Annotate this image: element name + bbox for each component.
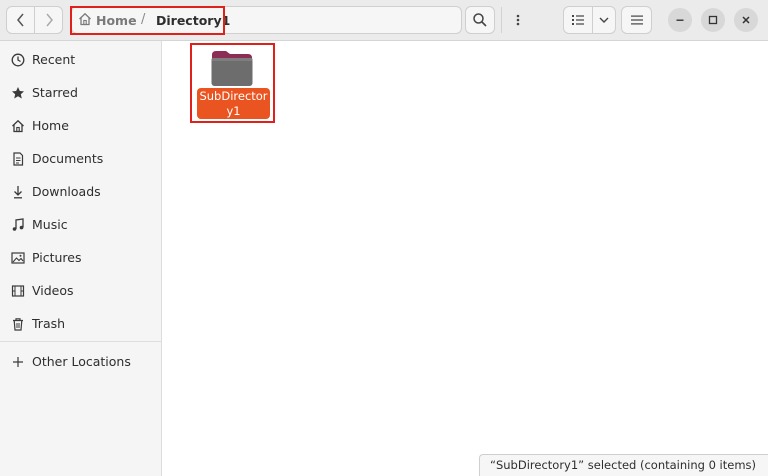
close-icon bbox=[742, 16, 750, 24]
path-menu-button[interactable] bbox=[501, 7, 533, 33]
sidebar-item-pictures[interactable]: Pictures bbox=[0, 241, 161, 274]
minimize-icon bbox=[676, 19, 684, 21]
breadcrumb-separator: / bbox=[141, 12, 146, 27]
download-icon bbox=[10, 184, 26, 200]
home-icon bbox=[78, 12, 92, 29]
path-bar: Home / Directory1 bbox=[71, 6, 519, 34]
search-icon bbox=[473, 13, 487, 27]
header-bar: Home / Directory1 bbox=[0, 0, 768, 41]
search-button[interactable] bbox=[465, 6, 495, 34]
breadcrumb-home-label: Home bbox=[96, 12, 137, 28]
sidebar: Recent Starred Home Documents Downloads … bbox=[0, 41, 162, 476]
main-menu-button[interactable] bbox=[621, 6, 652, 34]
sidebar-item-downloads[interactable]: Downloads bbox=[0, 175, 161, 208]
home-icon bbox=[10, 118, 26, 134]
document-icon bbox=[10, 151, 26, 167]
sidebar-item-label: Recent bbox=[32, 52, 76, 67]
music-icon bbox=[10, 217, 26, 233]
maximize-icon bbox=[708, 15, 718, 25]
view-list-button[interactable] bbox=[563, 6, 593, 34]
hamburger-menu-icon bbox=[630, 15, 643, 25]
status-bar: “SubDirectory1” selected (containing 0 i… bbox=[479, 454, 768, 476]
sidebar-item-label: Starred bbox=[32, 85, 78, 100]
folder-icon bbox=[211, 51, 253, 86]
view-options-dropdown[interactable] bbox=[592, 6, 616, 34]
sidebar-item-label: Home bbox=[32, 118, 69, 133]
forward-button[interactable] bbox=[34, 6, 63, 34]
maximize-button[interactable] bbox=[701, 8, 725, 32]
sidebar-item-label: Videos bbox=[32, 283, 74, 298]
trash-icon bbox=[10, 316, 26, 332]
picture-icon bbox=[10, 250, 26, 266]
folder-name-label: SubDirectory1 bbox=[197, 88, 270, 119]
plus-icon bbox=[10, 354, 26, 370]
chevron-down-icon bbox=[599, 17, 609, 23]
sidebar-item-label: Trash bbox=[32, 316, 66, 331]
back-button[interactable] bbox=[6, 6, 35, 34]
sidebar-item-music[interactable]: Music bbox=[0, 208, 161, 241]
star-icon bbox=[10, 85, 26, 101]
sidebar-item-trash[interactable]: Trash bbox=[0, 307, 161, 340]
sidebar-item-videos[interactable]: Videos bbox=[0, 274, 161, 307]
sidebar-item-starred[interactable]: Starred bbox=[0, 76, 161, 109]
sidebar-divider bbox=[0, 341, 161, 342]
folder-item[interactable]: SubDirectory1 bbox=[190, 43, 275, 123]
sidebar-item-documents[interactable]: Documents bbox=[0, 142, 161, 175]
sidebar-item-label: Other Locations bbox=[32, 354, 131, 369]
breadcrumb-home[interactable]: Home bbox=[78, 7, 137, 33]
sidebar-item-label: Music bbox=[32, 217, 68, 232]
clock-icon bbox=[10, 52, 26, 68]
breadcrumb-directory1[interactable]: Directory1 bbox=[156, 7, 230, 33]
close-button[interactable] bbox=[734, 8, 758, 32]
breadcrumb-directory1-label: Directory1 bbox=[156, 12, 231, 28]
sidebar-item-label: Documents bbox=[32, 151, 104, 166]
sidebar-item-label: Downloads bbox=[32, 184, 101, 199]
sidebar-item-recent[interactable]: Recent bbox=[0, 43, 161, 76]
chevron-left-icon bbox=[16, 13, 24, 27]
minimize-button[interactable] bbox=[668, 8, 692, 32]
list-view-icon bbox=[572, 15, 584, 25]
sidebar-item-home[interactable]: Home bbox=[0, 109, 161, 142]
sidebar-item-other-locations[interactable]: Other Locations bbox=[0, 345, 161, 378]
vertical-dots-icon bbox=[516, 14, 519, 26]
file-view: SubDirectory1 bbox=[162, 41, 768, 476]
sidebar-item-label: Pictures bbox=[32, 250, 82, 265]
chevron-right-icon bbox=[45, 13, 53, 27]
video-icon bbox=[10, 283, 26, 299]
